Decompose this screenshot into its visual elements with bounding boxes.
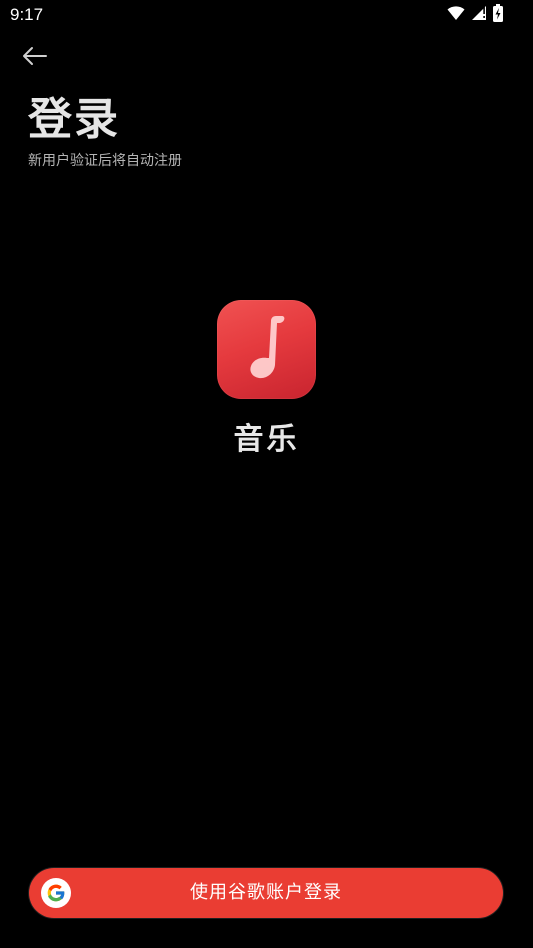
app-name: 音乐: [233, 422, 300, 457]
battery-icon: [493, 4, 503, 26]
music-note-icon: [237, 313, 297, 387]
status-time: 9:17: [10, 5, 44, 24]
arrow-left-icon: [20, 46, 48, 70]
page-title: 登录: [28, 94, 120, 145]
page-subtitle: 新用户验证后将自动注册: [28, 153, 182, 169]
app-icon: [217, 300, 316, 399]
back-button[interactable]: [14, 42, 54, 74]
google-login-button[interactable]: 使用谷歌账户登录: [29, 868, 503, 918]
status-bar: 9:17: [0, 0, 533, 30]
google-login-label: 使用谷歌账户登录: [190, 882, 342, 903]
wifi-icon: [447, 5, 465, 25]
signal-icon: [471, 5, 487, 25]
status-icons: [447, 4, 503, 26]
